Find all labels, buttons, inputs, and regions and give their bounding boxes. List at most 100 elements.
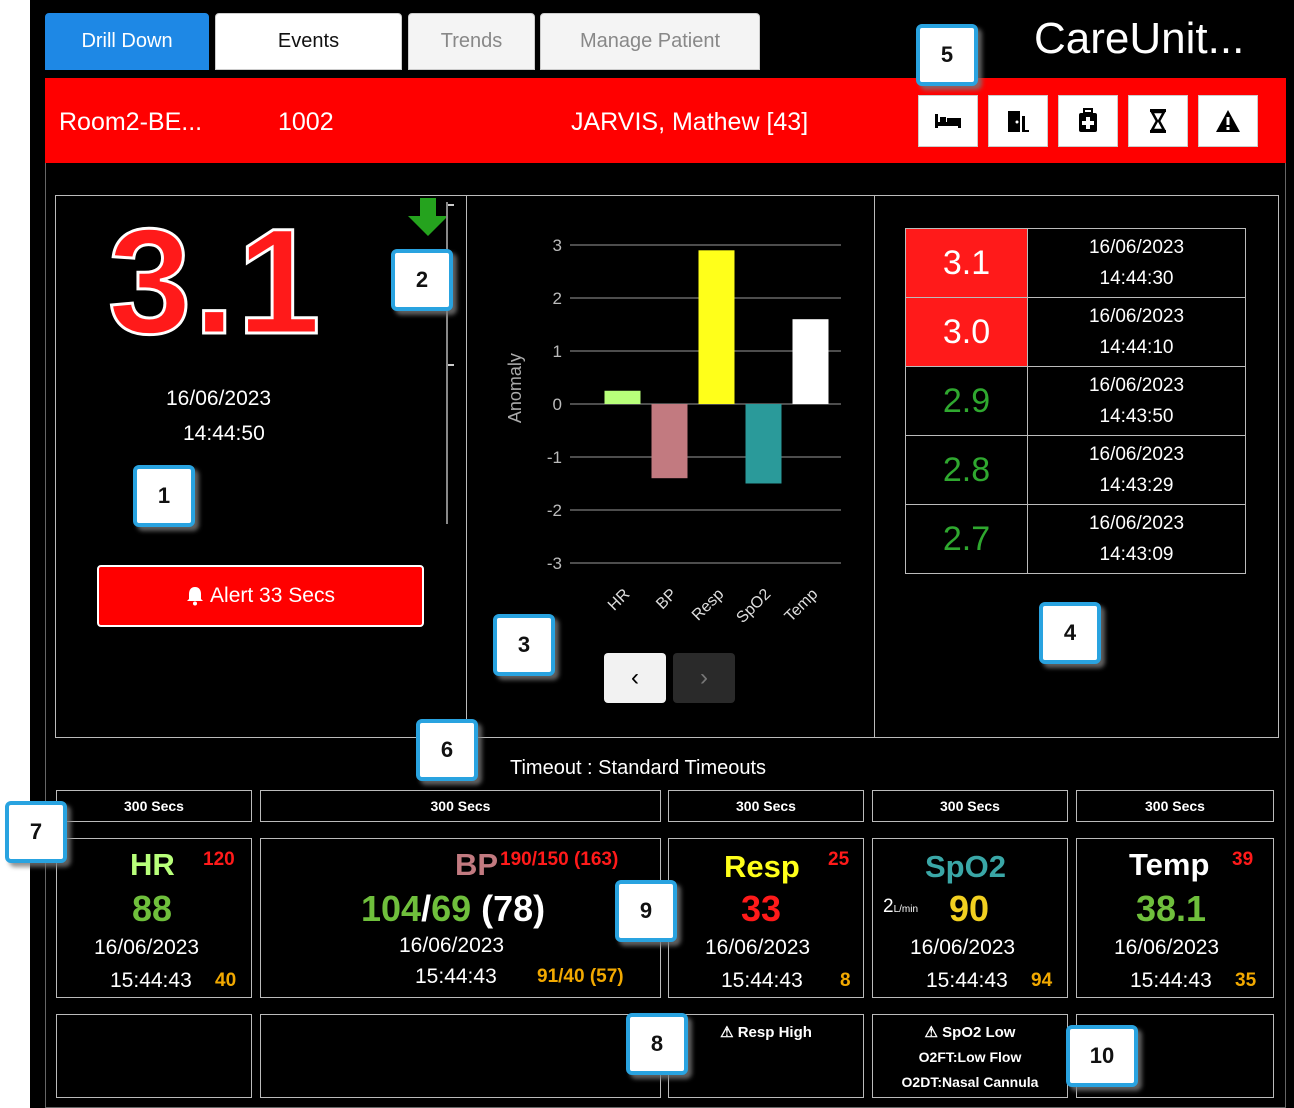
app-title: CareUnit...	[1034, 14, 1245, 63]
hourglass-icon[interactable]	[1128, 95, 1188, 147]
bed-icon[interactable]	[918, 95, 978, 147]
history-timestamp: 16/06/2023 14:43:50	[1027, 366, 1246, 436]
history-score: 2.8	[905, 435, 1028, 505]
spo2-date: 16/06/2023	[910, 936, 1016, 959]
chart-y-tick-label: 1	[553, 342, 562, 361]
history-date: 16/06/2023	[1088, 237, 1185, 258]
history-timestamp: 16/06/2023 14:43:09	[1027, 504, 1246, 574]
bp-timeout: 300 Secs	[260, 790, 661, 822]
tab-trends[interactable]: Trends	[408, 13, 535, 70]
spo2-flow-value: 2	[883, 896, 894, 917]
bp-value: 104/69 (78)	[361, 888, 545, 930]
chart-y-tick-label: -1	[547, 448, 562, 467]
spo2-alert-box: ⚠ SpO2 Low O2FT:Low Flow O2DT:Nasal Cann…	[872, 1014, 1068, 1098]
alert-timer-button[interactable]: Alert 33 Secs	[97, 565, 424, 627]
resp-label: Resp	[724, 849, 800, 884]
bp-time: 15:44:43	[415, 965, 497, 988]
spo2-time: 15:44:43	[926, 969, 1008, 992]
hr-label: HR	[130, 847, 175, 882]
bp-diastolic: 69	[431, 888, 472, 929]
callout-9: 9	[615, 880, 677, 942]
callout-4: 4	[1039, 602, 1101, 664]
warning-icon: ⚠	[720, 1024, 734, 1041]
history-date: 16/06/2023	[1088, 306, 1185, 327]
resp-alert-text: ⚠ Resp High	[720, 1024, 812, 1041]
callout-8: 8	[626, 1013, 688, 1075]
resp-vital-card[interactable]: Resp 25 33 16/06/2023 15:44:43 8	[668, 838, 864, 998]
hr-timeout: 300 Secs	[56, 790, 252, 822]
chart-y-tick-label: 0	[553, 395, 562, 414]
warning-icon[interactable]	[1198, 95, 1258, 147]
temp-label: Temp	[1129, 847, 1210, 882]
bp-vital-card[interactable]: BP 190/150 (163) 104/69 (78) 16/06/2023 …	[260, 838, 661, 998]
callout-1: 1	[133, 465, 195, 527]
chart-bar-temp	[792, 319, 829, 404]
chart-bar-spo2	[745, 404, 782, 484]
history-score: 3.0	[905, 297, 1028, 367]
temp-date: 16/06/2023	[1114, 936, 1220, 959]
spo2-flow-unit: L/min	[893, 904, 919, 915]
tab-manage-patient[interactable]: Manage Patient	[540, 13, 760, 70]
temp-timeout: 300 Secs	[1076, 790, 1274, 822]
history-date: 16/06/2023	[1088, 375, 1185, 396]
hr-high-threshold: 120	[203, 849, 235, 870]
history-date: 16/06/2023	[1088, 444, 1185, 465]
chart-x-tick-label: Temp	[782, 586, 822, 626]
chart-bar-hr	[604, 390, 641, 404]
chart-y-tick-label: -3	[547, 554, 562, 573]
resp-timeout: 300 Secs	[668, 790, 864, 822]
chart-y-tick-label: 3	[553, 236, 562, 255]
tab-events[interactable]: Events	[215, 13, 402, 70]
spo2-label: SpO2	[925, 849, 1006, 884]
chart-bar-bp	[651, 404, 688, 479]
history-row: 3.0 16/06/2023 14:44:10	[905, 297, 1246, 367]
patient-name: JARVIS, Mathew [43]	[571, 108, 809, 136]
history-time: 14:43:29	[1099, 475, 1174, 496]
score-time: 14:44:50	[183, 422, 265, 445]
history-score: 2.9	[905, 366, 1028, 436]
anomaly-bar-chart: 3 2 1 0 -1 -2 -3 Anomaly HR BP Resp SpO2 Temp	[505, 236, 841, 627]
patient-id: 1002	[278, 108, 334, 136]
temp-low-threshold: 35	[1235, 970, 1257, 991]
chart-prev-button[interactable]: ‹	[604, 653, 666, 703]
temp-high-threshold: 39	[1232, 849, 1254, 870]
bp-mean: (78)	[471, 888, 546, 929]
bp-separator: /	[421, 888, 432, 929]
hr-value: 88	[132, 888, 173, 929]
resp-value: 33	[741, 888, 782, 929]
exit-door-icon[interactable]	[988, 95, 1048, 147]
score-history-table: 3.1 16/06/2023 14:44:30 3.0 16/06/2023 14:44:…	[905, 228, 1246, 574]
history-row: 2.8 16/06/2023 14:43:29	[905, 435, 1246, 505]
chart-next-button[interactable]: ›	[673, 653, 735, 703]
bp-high-threshold: 190/150 (163)	[500, 849, 619, 870]
spo2-value: 90	[949, 888, 990, 929]
resp-alert-box: ⚠ Resp High	[668, 1014, 864, 1098]
hr-date: 16/06/2023	[94, 936, 200, 959]
callout-6: 6	[416, 719, 478, 781]
chart-y-tick-label: 2	[553, 289, 562, 308]
callout-5: 5	[916, 24, 978, 86]
bp-systolic: 104	[361, 888, 422, 929]
callout-10: 10	[1066, 1025, 1138, 1087]
score-date: 16/06/2023	[166, 387, 272, 410]
spo2-flow-rate: 2L/min	[883, 896, 918, 918]
hr-alert-box	[56, 1014, 252, 1098]
chart-y-axis-label: Anomaly	[505, 353, 525, 423]
hr-vital-card[interactable]: HR 120 88 16/06/2023 15:44:43 40	[56, 838, 252, 998]
resp-low-threshold: 8	[840, 970, 851, 991]
bp-label: BP	[455, 847, 499, 882]
tab-drill-down[interactable]: Drill Down	[45, 13, 209, 70]
bp-alert-box	[260, 1014, 661, 1098]
history-timestamp: 16/06/2023 14:43:29	[1027, 435, 1246, 505]
chart-y-tick-label: -2	[547, 501, 562, 520]
temp-vital-card[interactable]: Temp 39 38.1 16/06/2023 15:44:43 35	[1076, 838, 1274, 998]
spo2-delivery-type: O2DT:Nasal Cannula	[901, 1074, 1039, 1090]
chart-x-tick-label: Resp	[689, 586, 728, 625]
hr-low-threshold: 40	[215, 970, 237, 991]
risk-score-value: 3.1	[107, 196, 323, 367]
resp-high-threshold: 25	[828, 849, 850, 870]
medical-bag-icon[interactable]	[1058, 95, 1118, 147]
timeout-label: Timeout : Standard Timeouts	[510, 757, 767, 779]
spo2-vital-card[interactable]: SpO2 2L/min 90 16/06/2023 15:44:43 94	[872, 838, 1068, 998]
callout-2: 2	[391, 249, 453, 311]
